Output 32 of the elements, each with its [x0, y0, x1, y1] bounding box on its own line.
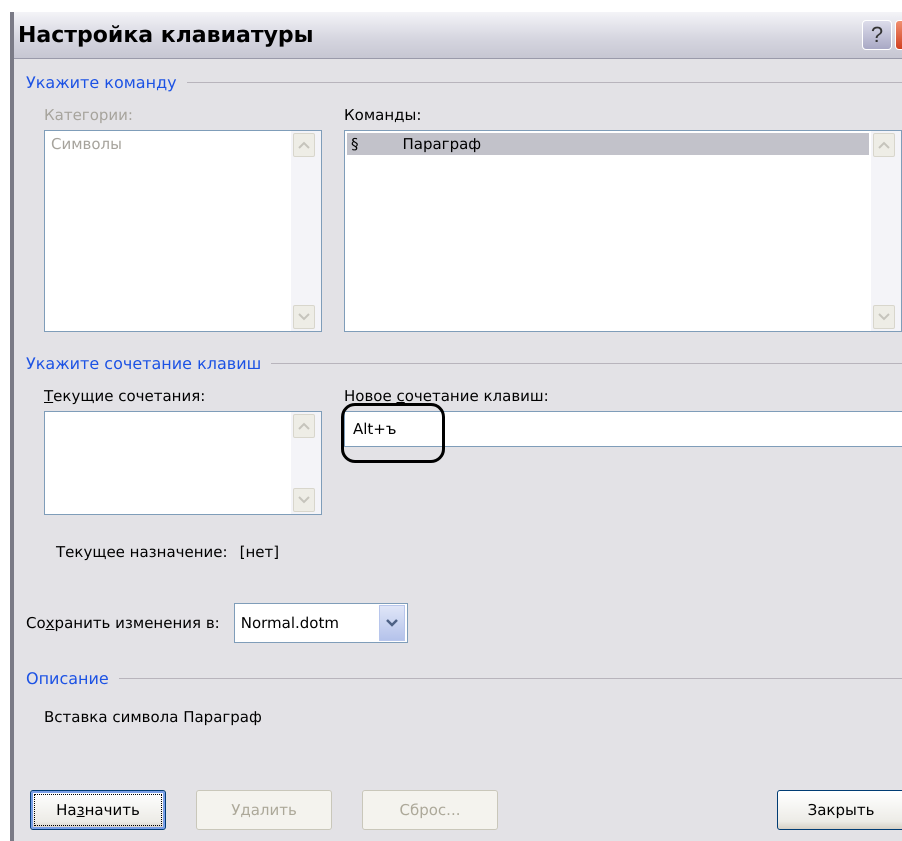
scroll-down-button[interactable] [293, 305, 315, 329]
description-text: Вставка символа Параграф [44, 708, 263, 726]
scroll-up-button[interactable] [293, 133, 315, 157]
dialog-button[interactable]: Назначить [30, 790, 166, 830]
scroll-down-button[interactable] [873, 305, 895, 329]
chevron-down-icon [298, 313, 310, 321]
list-item[interactable]: § Параграф [347, 133, 869, 155]
group-heading: Укажите команду [26, 73, 177, 92]
dialog-button[interactable]: Закрыть [777, 790, 902, 830]
field-label: Новое сочетание клавиш: [344, 387, 550, 405]
scroll-up-button[interactable] [873, 133, 895, 157]
window-title: Настройка клавиатуры [18, 22, 314, 48]
scroll-up-button[interactable] [293, 414, 315, 438]
group-heading: Укажите сочетание клавиш [26, 354, 262, 373]
list-box[interactable] [44, 411, 322, 515]
list-box[interactable]: § Параграф [344, 130, 902, 332]
assignment-value: [нет] [240, 543, 280, 561]
shortcut-field[interactable]: Alt+ъ [344, 411, 902, 447]
chevron-up-icon [298, 141, 310, 149]
chevron-up-icon [298, 422, 310, 430]
chevron-down-icon [878, 313, 890, 321]
help-button[interactable]: ? [862, 20, 892, 50]
save-label: Сохранить изменения в: [26, 614, 220, 632]
assignment-label: Текущее назначение: [56, 543, 228, 561]
list-label: Команды: [344, 106, 422, 124]
chevron-down-icon [298, 496, 310, 504]
list-label: Категории: [44, 106, 134, 124]
template-dropdown[interactable]: Normal.dotm [234, 603, 408, 643]
chevron-up-icon [878, 141, 890, 149]
list-label: Текущие сочетания: [44, 387, 206, 405]
group-heading: Описание [26, 669, 109, 688]
scroll-down-button[interactable] [293, 488, 315, 512]
